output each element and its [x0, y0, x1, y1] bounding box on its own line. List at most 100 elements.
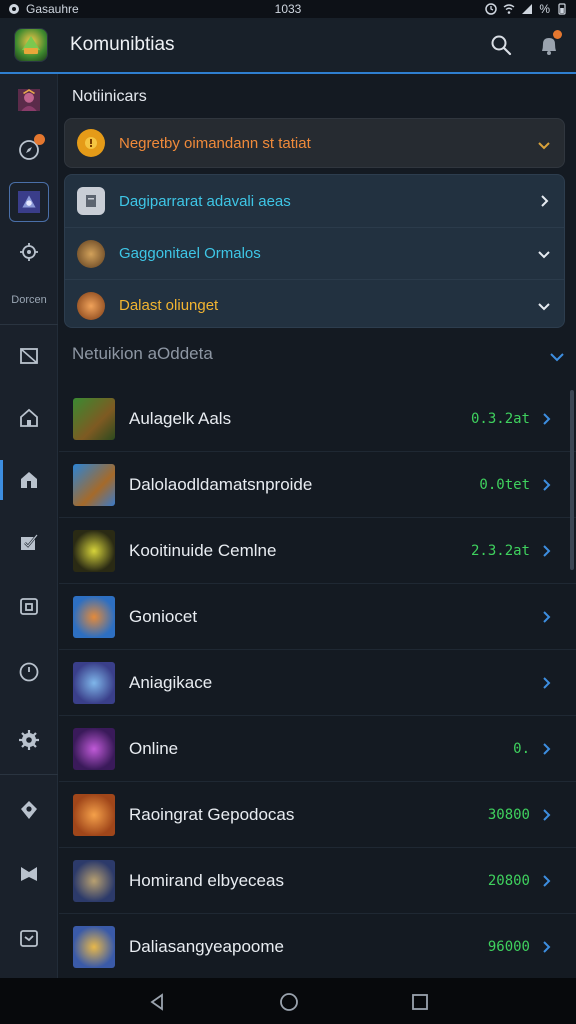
chevron-right-icon[interactable]: [538, 675, 554, 691]
wifi-icon: [503, 3, 515, 15]
notification-group: Dagiparrarat adavali aeas Gaggonitael Or…: [64, 174, 565, 328]
game-thumbnail: [73, 463, 115, 506]
game-thumbnail: [73, 727, 115, 770]
notification-dot: [553, 30, 562, 39]
scrollbar[interactable]: [570, 390, 574, 570]
notifications-title: Notiinicars: [72, 88, 147, 105]
battery-label: %: [539, 2, 550, 16]
battery-icon: [556, 3, 568, 15]
item-label: Kooitinuide Cemlne: [129, 540, 277, 560]
profile-avatar[interactable]: [9, 80, 49, 120]
chevron-down-icon[interactable]: [536, 137, 552, 153]
item-label: Goniocet: [129, 606, 198, 626]
character-icon: [77, 239, 105, 268]
app-logo[interactable]: [14, 28, 48, 62]
inbox-icon[interactable]: [9, 336, 49, 376]
back-icon[interactable]: [146, 991, 168, 1013]
chevron-right-icon[interactable]: [538, 873, 554, 889]
settings-gear-small-icon[interactable]: [9, 232, 49, 272]
chevron-down-icon[interactable]: [548, 348, 566, 366]
game-thumbnail: [73, 529, 115, 572]
character-icon: [77, 291, 105, 320]
chevron-right-icon[interactable]: [538, 939, 554, 955]
shield-icon[interactable]: [9, 854, 49, 894]
mech-icon[interactable]: [9, 182, 49, 222]
camera-icon[interactable]: [9, 586, 49, 626]
item-label: Online: [129, 738, 179, 758]
game-thumbnail: [73, 397, 115, 440]
item-label: Homirand elbyeceas: [129, 870, 284, 890]
recents-icon[interactable]: [409, 991, 431, 1013]
bell-icon[interactable]: [536, 30, 562, 58]
list-item[interactable]: Kooitinuide Cemlne 2.3.2at: [59, 518, 576, 584]
rail-divider: [0, 324, 58, 325]
signal-icon: [521, 3, 533, 15]
history-icon[interactable]: [9, 652, 49, 692]
list-item[interactable]: Goniocet: [59, 584, 576, 650]
item-value: 0.3.2at: [470, 410, 530, 427]
list-item[interactable]: Daliasangyeapoome 96000: [59, 914, 576, 980]
item-label: Dalolaodldamatsnproide: [129, 474, 313, 494]
notification-item[interactable]: Gaggonitael Ormalos: [65, 227, 564, 279]
system-nav-bar: [0, 978, 576, 1024]
warning-icon: [77, 129, 105, 157]
list-item[interactable]: Dalolaodldamatsnproide 0.0tet: [59, 452, 576, 518]
alarm-icon: [485, 3, 498, 15]
document-icon: [77, 187, 105, 215]
compass-icon[interactable]: [9, 130, 49, 170]
chevron-right-icon[interactable]: [538, 543, 554, 559]
chevron-down-icon[interactable]: [536, 298, 552, 314]
chevron-right-icon[interactable]: [538, 411, 554, 427]
game-thumbnail: [73, 595, 115, 638]
notification-text: Dalast oliunget: [119, 297, 219, 314]
notification-item[interactable]: Dagiparrarat adavali aeas: [65, 175, 564, 227]
list-item[interactable]: Raoingrat Gepodocas 30800: [59, 782, 576, 848]
home-alt-icon[interactable]: [9, 460, 49, 500]
chevron-right-icon[interactable]: [538, 477, 554, 493]
item-value: 2.3.2at: [470, 542, 530, 559]
location-icon[interactable]: [9, 790, 49, 830]
rail-active-indicator: [0, 460, 3, 500]
list-item[interactable]: Aulagelk Aals 0.3.2at: [59, 386, 576, 452]
rail-divider-2: [0, 774, 58, 775]
check-icon[interactable]: [9, 522, 49, 562]
home-button-icon[interactable]: [278, 991, 300, 1013]
list-item[interactable]: Online 0.: [59, 716, 576, 782]
game-thumbnail: [73, 859, 115, 902]
updates-header[interactable]: Netuikion aOddeta: [72, 344, 566, 374]
chevron-right-icon[interactable]: [538, 609, 554, 625]
chevron-right-icon[interactable]: [538, 741, 554, 757]
rail-label: Dorcen: [11, 294, 47, 306]
alert-notification[interactable]: Negretby oimandann st tatiat: [64, 118, 565, 168]
notification-text: Gaggonitael Ormalos: [119, 245, 261, 262]
chevron-right-icon[interactable]: [538, 807, 554, 823]
home-icon[interactable]: [9, 398, 49, 438]
list-item[interactable]: Homirand elbyeceas 20800: [59, 848, 576, 914]
main-content: Notiinicars Negretby oimandann st tatiat…: [59, 74, 576, 980]
notification-item[interactable]: Dalast oliunget: [65, 279, 564, 331]
game-thumbnail: [73, 661, 115, 704]
chevron-down-icon[interactable]: [536, 246, 552, 262]
chevron-right-icon[interactable]: [536, 193, 552, 209]
left-rail: Dorcen: [0, 74, 58, 978]
list-item[interactable]: Aniagikace: [59, 650, 576, 716]
item-label: Daliasangyeapoome: [129, 936, 284, 956]
app-title: Komunibtias: [70, 34, 175, 55]
search-icon[interactable]: [488, 32, 514, 58]
item-value: 20800: [487, 872, 530, 889]
item-value: 0.: [513, 740, 530, 757]
message-icon[interactable]: [9, 918, 49, 958]
compass-badge: [34, 134, 45, 145]
notification-text: Dagiparrarat adavali aeas: [119, 192, 291, 210]
item-value: 0.0tet: [479, 476, 530, 493]
item-value: 30800: [487, 806, 530, 823]
updates-title: Netuikion aOddeta: [72, 344, 213, 363]
gear-icon[interactable]: [9, 720, 49, 760]
alert-text: Negretby oimandann st tatiat: [119, 134, 311, 152]
game-thumbnail: [73, 925, 115, 968]
item-label: Raoingrat Gepodocas: [129, 804, 295, 824]
app-header: Komunibtias: [0, 18, 576, 72]
updates-list: Aulagelk Aals 0.3.2at Dalolaodldamatsnpr…: [59, 386, 576, 980]
status-bar: Gasauhre 1033 %: [0, 0, 576, 18]
game-thumbnail: [73, 793, 115, 836]
